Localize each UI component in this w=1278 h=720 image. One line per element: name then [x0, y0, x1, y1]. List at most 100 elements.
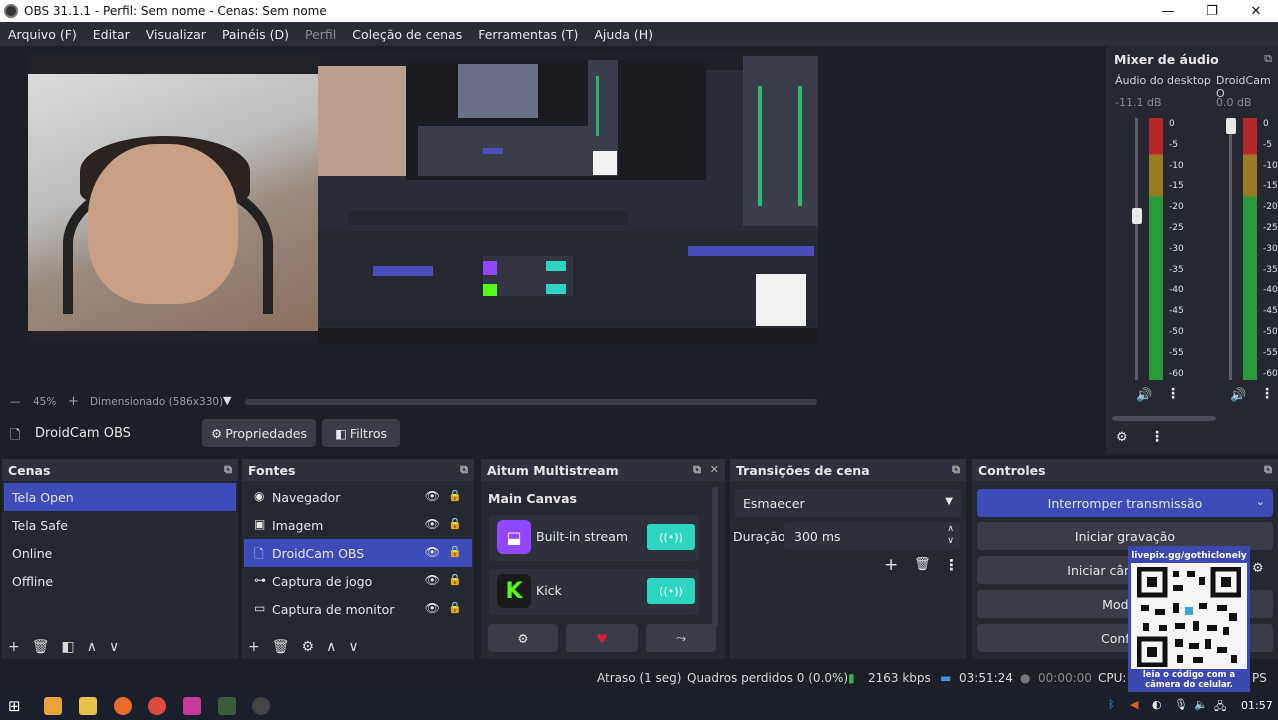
network-icon[interactable]: 🖧 [1214, 698, 1226, 717]
transitions-panel: Transições de cena ⧉ Esmaecer ▼ Duração 3… [730, 459, 966, 659]
file-explorer-icon[interactable] [79, 697, 97, 715]
settings-button[interactable]: ⚙ [488, 624, 558, 652]
add-icon[interactable]: + [8, 639, 20, 655]
menu-ferramentas[interactable]: Ferramentas (T) [470, 27, 586, 42]
eye-icon[interactable]: 👁 [425, 545, 440, 559]
eye-icon[interactable]: 👁 [425, 489, 440, 503]
eye-icon[interactable]: 👁 [425, 573, 440, 587]
fader-knob-desktop[interactable] [1132, 208, 1142, 224]
more-icon[interactable]: ⋮ [944, 556, 959, 574]
tray-icon[interactable]: ◐ [1152, 698, 1162, 711]
donate-button[interactable]: ♥ [566, 624, 638, 652]
zoom-in-button[interactable]: + [68, 394, 79, 409]
volume-fader-desktop[interactable] [1135, 118, 1138, 380]
broadcast-toggle[interactable]: ((•)) [647, 524, 695, 550]
trash-icon[interactable]: 🗑 [272, 639, 290, 655]
menu-paineis[interactable]: Painéis (D) [214, 27, 297, 42]
scene-item[interactable]: Offline [4, 567, 236, 595]
arrow-down-icon[interactable]: ∨ [109, 639, 119, 655]
trash-icon[interactable]: 🗑 [32, 639, 50, 655]
share-button[interactable]: ⤳ [646, 624, 716, 652]
firefox-icon[interactable] [114, 697, 132, 715]
chrome-icon[interactable] [148, 697, 166, 715]
app-icon[interactable] [218, 697, 236, 715]
speaker-icon-desktop[interactable]: 🔊 [1136, 388, 1152, 403]
spin-arrows-icon[interactable]: ∧ ∨ [947, 523, 954, 547]
arrow-up-icon[interactable]: ∧ [87, 639, 97, 655]
source-item[interactable]: ⊶ Captura de jogo 👁 🔒 [244, 567, 472, 595]
transition-select[interactable]: Esmaecer ▼ [735, 489, 961, 517]
source-item[interactable]: ▣ Imagem 👁 🔒 [244, 511, 472, 539]
maximize-button[interactable]: ❐ [1190, 0, 1234, 22]
chevron-down-icon[interactable]: ⌄ [1256, 495, 1265, 508]
minimize-button[interactable]: — [1146, 0, 1190, 22]
add-icon[interactable]: + [248, 639, 260, 655]
chevron-down-icon: ▼ [945, 496, 953, 507]
undock-icon[interactable]: ⧉ [1264, 52, 1272, 66]
source-item[interactable]: ◉ Navegador 👁 🔒 [244, 483, 472, 511]
menu-visualizar[interactable]: Visualizar [138, 27, 214, 42]
webcam-feed[interactable] [28, 74, 318, 331]
trash-icon[interactable]: 🗑 [914, 557, 931, 572]
add-icon[interactable]: + [884, 555, 898, 575]
sources-title: Fontes [248, 462, 296, 478]
obs-taskbar-icon[interactable] [252, 697, 270, 715]
properties-button[interactable]: ⚙ Propriedades [202, 419, 316, 447]
tray-icon[interactable]: ◀ [1130, 698, 1138, 711]
volume-fader-droidcam[interactable] [1229, 118, 1232, 380]
panel-scrollbar[interactable] [712, 487, 718, 627]
source-item[interactable]: ▭ Captura de monitor 👁 🔒 [244, 595, 472, 623]
filters-button[interactable]: ◧ Filtros [322, 419, 400, 447]
lock-icon[interactable]: 🔒 [448, 489, 462, 502]
eye-icon[interactable]: 👁 [425, 517, 440, 531]
broadcast-toggle[interactable]: ((•)) [647, 578, 695, 604]
duration-spinbox[interactable]: 300 ms ∧ ∨ [784, 522, 960, 550]
stop-streaming-button[interactable]: Interromper transmissão ⌄ [977, 489, 1273, 517]
gear-icon[interactable]: ⚙ [1252, 561, 1264, 576]
arrow-down-icon[interactable]: ∨ [348, 639, 358, 655]
more-icon-droidcam[interactable]: ⋮ [1260, 386, 1274, 402]
close-button[interactable]: ✕ [1234, 0, 1278, 22]
undock-icon[interactable]: ⧉ [952, 463, 960, 477]
fader-knob-droidcam[interactable] [1226, 118, 1236, 134]
lock-icon[interactable]: 🔒 [448, 601, 462, 614]
speaker-icon-droidcam[interactable]: 🔊 [1230, 388, 1246, 403]
mixer-menu-icon[interactable]: ⋮ [1150, 429, 1164, 445]
app-icon[interactable] [44, 697, 62, 715]
close-icon[interactable]: ✕ [710, 463, 719, 476]
scene-item[interactable]: Online [4, 539, 236, 567]
lock-icon[interactable]: 🔒 [448, 573, 462, 586]
clock: 01:57 [1241, 699, 1273, 712]
advanced-audio-icon[interactable]: ⚙ [1116, 430, 1128, 445]
undock-icon[interactable]: ⧉ [460, 463, 468, 477]
bluetooth-icon[interactable]: ᛒ [1108, 698, 1115, 711]
source-item[interactable]: 🗋 DroidCam OBS 👁 🔒 [244, 539, 472, 567]
lock-icon[interactable]: 🔒 [448, 545, 462, 558]
undock-icon[interactable]: ⧉ [224, 463, 232, 477]
menu-ajuda[interactable]: Ajuda (H) [586, 27, 661, 42]
arrow-up-icon[interactable]: ∧ [326, 639, 336, 655]
undock-icon[interactable]: ⧉ [1264, 463, 1272, 477]
scene-item[interactable]: Tela Safe [4, 511, 236, 539]
scene-item[interactable]: Tela Open [4, 483, 236, 511]
menu-perfil[interactable]: Perfil [297, 27, 344, 42]
mixer-scrollbar[interactable] [1112, 416, 1216, 421]
eye-icon[interactable]: 👁 [425, 601, 440, 615]
filter-icon[interactable]: ◧ [62, 639, 75, 655]
menu-arquivo[interactable]: Arquivo (F) [0, 27, 85, 42]
volume-icon[interactable]: 🔈 [1194, 698, 1208, 711]
gear-icon[interactable]: ⚙ [302, 639, 315, 655]
more-icon-desktop[interactable]: ⋮ [1166, 386, 1180, 402]
zoom-out-button[interactable]: — [10, 396, 21, 408]
windows-start-icon[interactable]: ⊞ [8, 697, 26, 715]
menu-colecao-cenas[interactable]: Coleção de cenas [344, 27, 470, 42]
app-icon[interactable] [183, 697, 201, 715]
undock-icon[interactable]: ⧉ [693, 463, 701, 477]
lock-icon[interactable]: 🔒 [448, 517, 462, 530]
stream-time: 03:51:24 [959, 671, 1013, 685]
menu-editar[interactable]: Editar [85, 27, 138, 42]
microphone-icon[interactable]: 🎙 [1174, 698, 1188, 711]
scale-dropdown-icon[interactable]: ▼ [223, 394, 231, 407]
target-label: Built-in stream [536, 529, 629, 544]
horizontal-scrollbar[interactable] [245, 399, 817, 405]
